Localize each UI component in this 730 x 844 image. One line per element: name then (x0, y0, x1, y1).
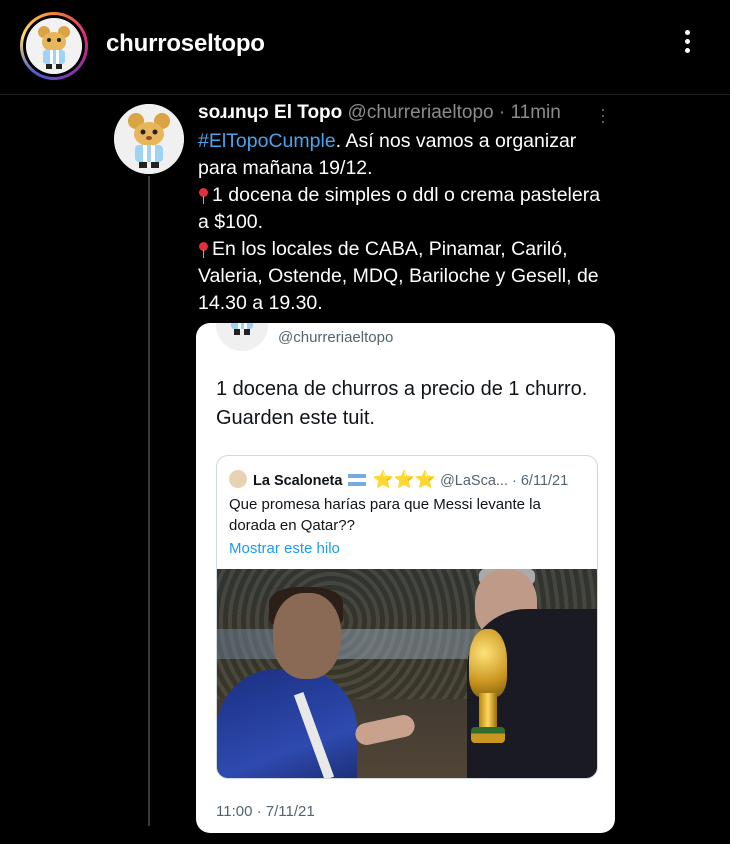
tweet-body: #ElTopoCumple. Así nos vamos a organizar… (198, 128, 608, 317)
tweet-line-3: En los locales de CABA, Pinamar, Cariló,… (198, 238, 599, 314)
profile-avatar[interactable] (26, 18, 82, 74)
tweet-display-name[interactable]: soɹɹnɥɔ El Topo (198, 102, 342, 123)
quoted-avatar (229, 470, 247, 488)
player-jersey (217, 669, 357, 778)
header-divider (0, 94, 730, 95)
vertical-dots-icon[interactable] (672, 26, 702, 66)
tweet-handle[interactable]: @churreriaeltopo (348, 102, 494, 123)
embedded-avatar (216, 323, 268, 351)
tweet-line-2: 1 docena de simples o ddl o crema pastel… (198, 184, 601, 233)
profile-username[interactable]: churroseltopo (106, 30, 265, 58)
argentina-flag-icon (348, 474, 367, 486)
player-head (273, 593, 341, 679)
embedded-handle: @churreriaeltopo (278, 329, 394, 346)
tweet-more-icon[interactable]: · · · (600, 100, 606, 130)
quoted-handle-date: @LaSca... · 6/11/21 (440, 473, 569, 489)
embedded-tweet-card[interactable]: @churreriaeltopo 1 docena de churros a p… (196, 323, 615, 833)
quoted-header: La Scaloneta ⭐⭐⭐ @LaSca... · 6/11/21 (253, 470, 568, 490)
profile-header: churroseltopo (0, 0, 730, 92)
hashtag-link[interactable]: #ElTopoCumple (198, 130, 336, 152)
hand (353, 713, 417, 747)
pushpin-icon (198, 188, 208, 204)
tweet-header: soɹɹnɥɔ El Topo @churreriaeltopo · 11min (198, 102, 561, 124)
tweet-author-avatar[interactable] (114, 104, 184, 174)
thread-line (148, 176, 150, 826)
embedded-timestamp: 11:00 · 7/11/21 (216, 803, 315, 820)
tweet-time: 11min (510, 102, 561, 123)
pushpin-icon (198, 242, 208, 258)
messi-trophy-photo (217, 569, 597, 778)
quoted-name: La Scaloneta (253, 473, 343, 489)
world-cup-trophy-icon (465, 629, 511, 747)
show-thread-link[interactable]: Mostrar este hilo (229, 540, 340, 557)
embedded-text: 1 docena de churros a precio de 1 churro… (216, 378, 588, 429)
quoted-text: Que promesa harías para que Messi levant… (229, 496, 541, 534)
quoted-tweet[interactable]: La Scaloneta ⭐⭐⭐ @LaSca... · 6/11/21 Que… (216, 455, 598, 779)
tweet-separator: · (498, 102, 506, 123)
stars-icon: ⭐⭐⭐ (372, 470, 437, 489)
